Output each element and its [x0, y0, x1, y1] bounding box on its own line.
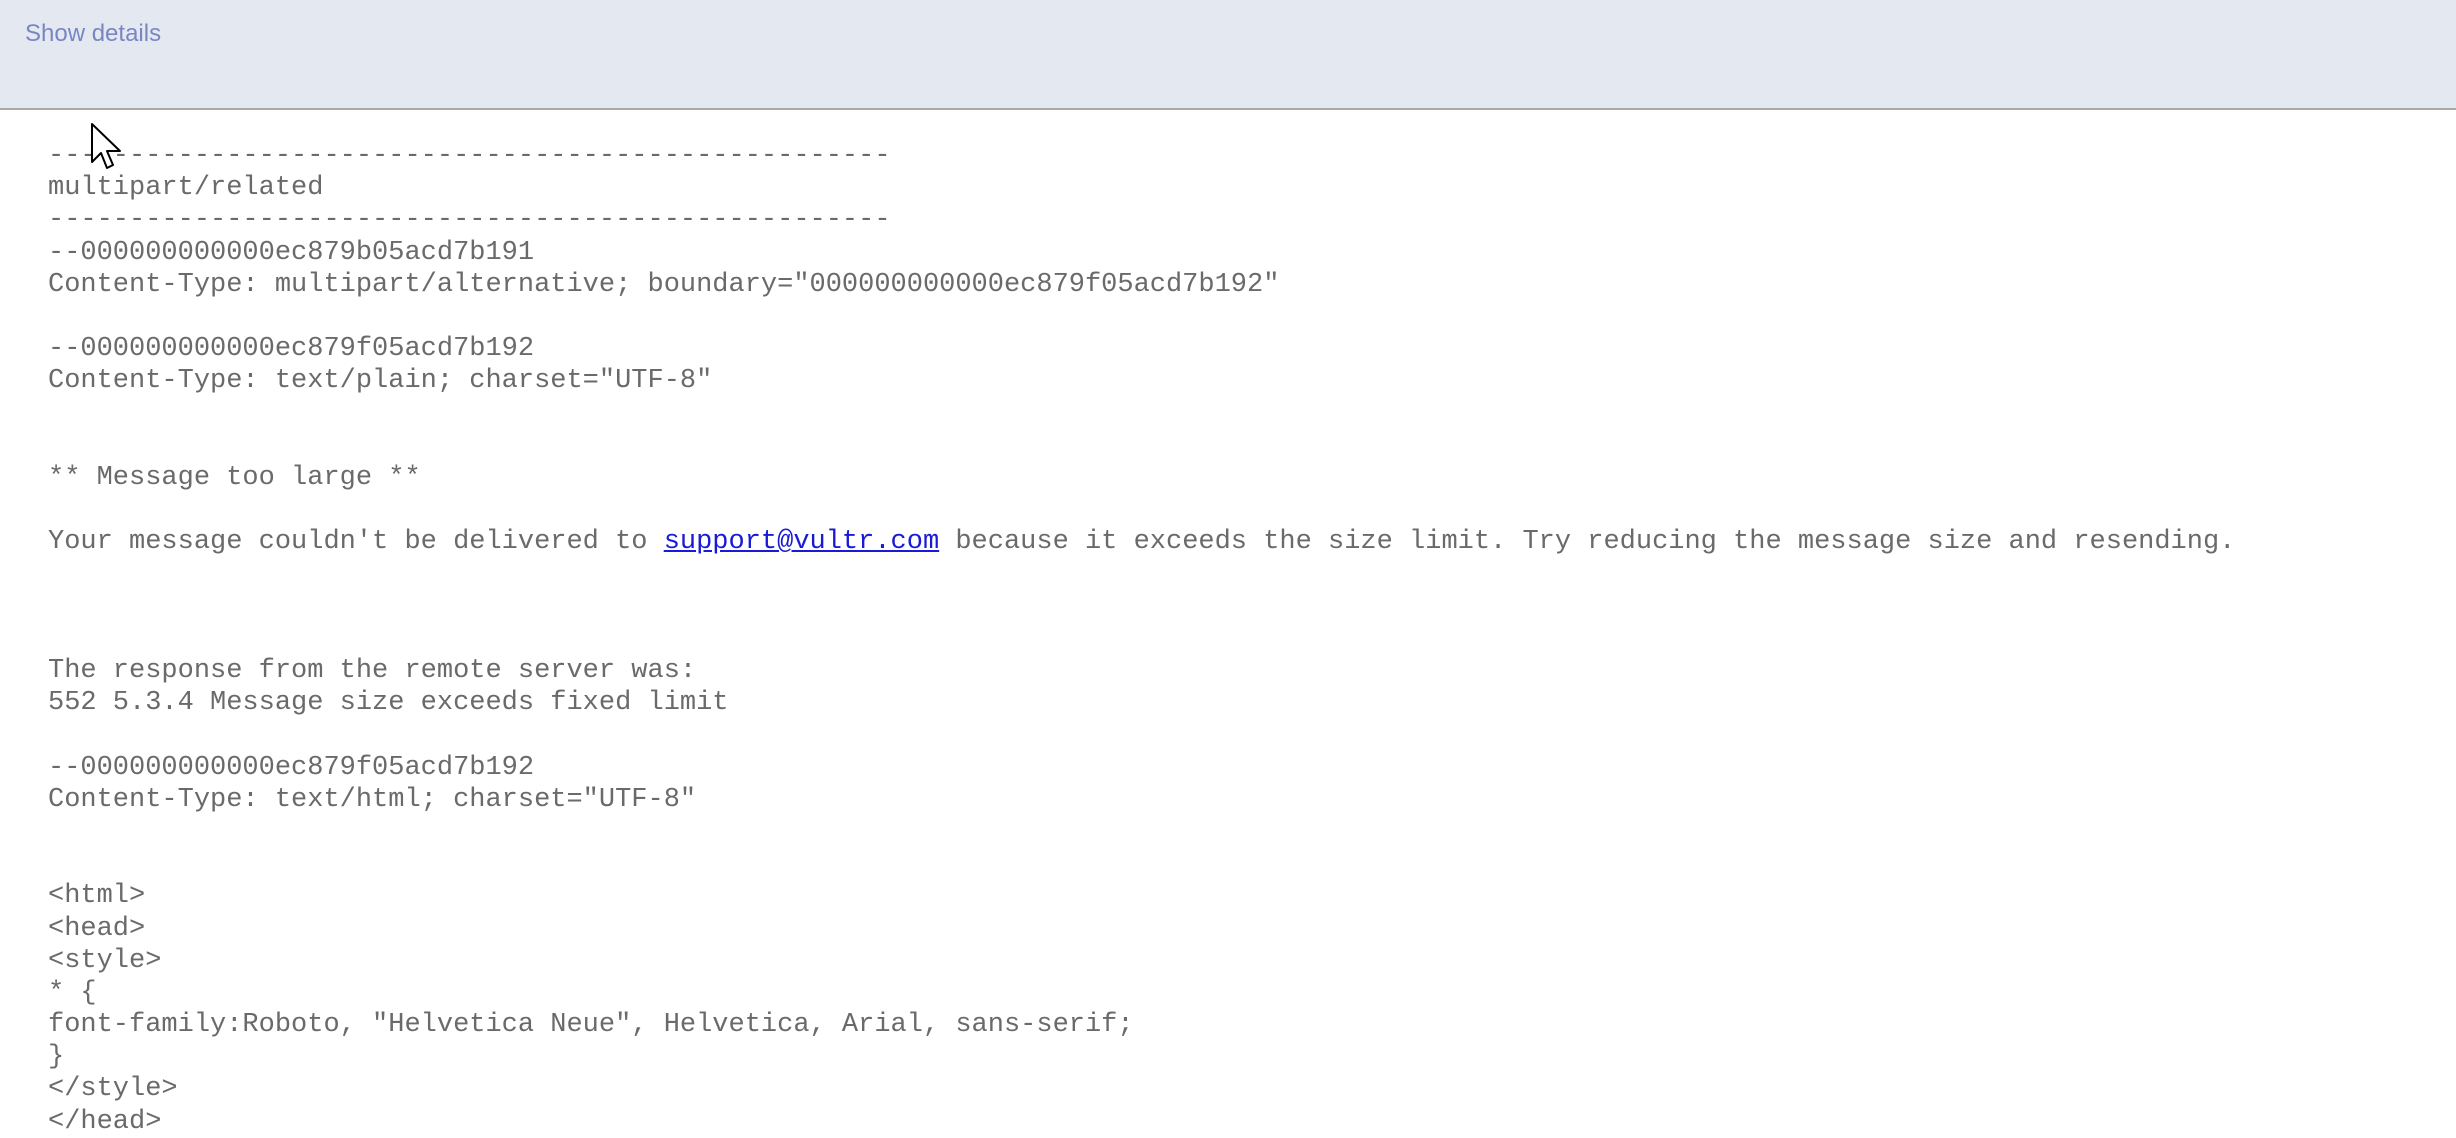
header-line: Content-Type: text/html; charset="UTF-8"	[48, 784, 697, 815]
source-line: <style>	[48, 945, 162, 976]
boundary-line: --000000000000ec879b05acd7b191	[48, 237, 535, 268]
header-bar: Show details	[0, 0, 2456, 110]
separator-line: ----------------------------------------…	[48, 141, 891, 171]
source-line: multipart/related	[48, 173, 324, 204]
separator-line: ----------------------------------------…	[48, 205, 891, 236]
header-line: Content-Type: multipart/alternative; bou…	[48, 269, 1280, 300]
source-line: }	[48, 1042, 65, 1073]
source-line: <head>	[48, 913, 146, 944]
source-line: * {	[48, 977, 97, 1008]
support-email-link[interactable]: support@vultr.com	[664, 527, 939, 557]
source-line: </head>	[48, 1106, 162, 1137]
header-line: Content-Type: text/plain; charset="UTF-8…	[48, 366, 713, 397]
delivery-failure-line: Your message couldn't be delivered to su…	[48, 526, 2456, 558]
raw-message-source: ----------------------------------------…	[48, 140, 2456, 1138]
source-line: 552 5.3.4 Message size exceeds fixed lim…	[48, 688, 729, 719]
source-line: <html>	[48, 881, 146, 912]
source-line: </style>	[48, 1074, 178, 1105]
message-title-line: ** Message too large **	[48, 462, 421, 493]
delivery-text-suffix: because it exceeds the size limit. Try r…	[939, 527, 2236, 558]
delivery-text-prefix: Your message couldn't be delivered to	[48, 527, 664, 558]
boundary-line: --000000000000ec879f05acd7b192	[48, 752, 535, 783]
source-line: The response from the remote server was:	[48, 656, 697, 686]
source-line: font-family:Roboto, "Helvetica Neue", He…	[48, 1010, 1134, 1041]
show-details-link[interactable]: Show details	[25, 20, 161, 48]
boundary-line: --000000000000ec879f05acd7b192	[48, 334, 535, 365]
